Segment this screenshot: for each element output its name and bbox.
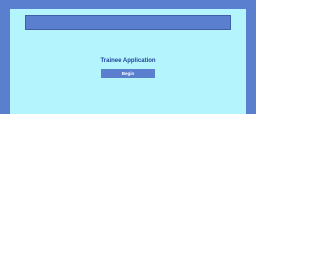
header-banner [25,15,231,30]
begin-button[interactable]: Begin [101,69,155,78]
page-title: Trainee Application [100,58,156,64]
